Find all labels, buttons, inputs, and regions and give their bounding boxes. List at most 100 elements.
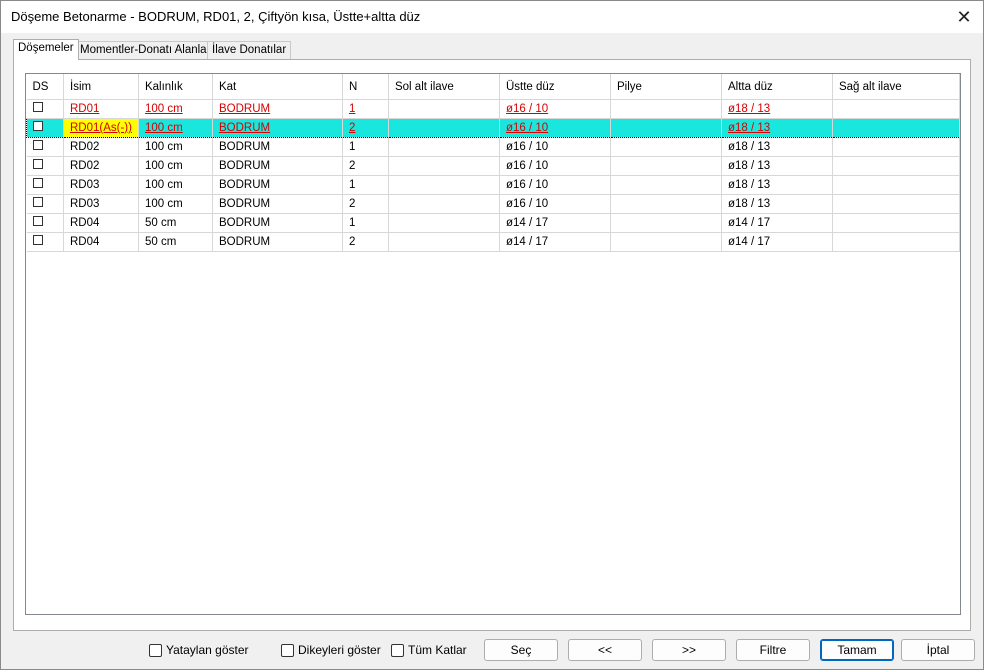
cell-pilye [610,175,722,195]
cell-pilye [610,99,722,119]
cell-altta-duz: ø14 / 17 [721,213,833,233]
cell-ds [26,194,64,214]
table-row[interactable]: RD01 100 cm BODRUM 1 ø16 / 10 ø18 / 13 [26,99,960,119]
cell-altta-duz: ø18 / 13 [721,194,833,214]
cell-sag-alt-ilave [832,213,960,233]
table-row[interactable]: RD01(As(-)) 100 cm BODRUM 2 ø16 / 10 ø18 / 13 [26,118,960,138]
ds-checkbox[interactable] [32,196,43,207]
checkbox-box[interactable] [281,643,294,657]
cell-n: 1 [342,137,389,157]
cell-ustte-duz: ø14 / 17 [499,232,611,252]
cell-kalinlik: 50 cm [138,213,213,233]
table-row[interactable]: RD04 50 cm BODRUM 1 ø14 / 17 ø14 / 17 [26,213,960,233]
cell-kat: BODRUM [212,194,343,214]
checkbox-box[interactable] [391,643,404,657]
iptal-button[interactable]: İptal [901,639,975,661]
sec-button[interactable]: Seç [484,639,558,661]
col-header-ustte-duz[interactable]: Üstte düz [499,74,611,100]
ds-checkbox[interactable] [32,234,43,245]
tab-ilave-donatilar[interactable]: İlave Donatılar [207,41,292,59]
cell-altta-duz: ø14 / 17 [721,232,833,252]
table-row[interactable]: RD04 50 cm BODRUM 2 ø14 / 17 ø14 / 17 [26,232,960,252]
cell-ustte-duz: ø16 / 10 [499,99,611,119]
cell-pilye [610,194,722,214]
cell-sag-alt-ilave [832,156,960,176]
table-row[interactable]: RD03 100 cm BODRUM 1 ø16 / 10 ø18 / 13 [26,175,960,195]
cell-ustte-duz: ø16 / 10 [499,156,611,176]
cell-pilye [610,156,722,176]
cell-kat: BODRUM [212,232,343,252]
cell-kat: BODRUM [212,137,343,157]
cell-n: 2 [342,118,389,138]
tab-dosemeler[interactable]: Döşemeler [13,39,79,60]
tamam-button[interactable]: Tamam [820,639,894,661]
col-header-sag-alt-ilave[interactable]: Sağ alt ilave [832,74,960,100]
col-header-sol-alt-ilave[interactable]: Sol alt ilave [388,74,500,100]
ds-checkbox[interactable] [32,101,43,112]
cell-sag-alt-ilave [832,194,960,214]
cell-sag-alt-ilave [832,99,960,119]
col-header-kalinlik[interactable]: Kalınlık [138,74,213,100]
dikeyleri-goster-checkbox[interactable]: Dikeyleri göster [281,643,381,657]
cell-isim: RD02 [63,137,139,157]
cell-sol-alt-ilave [388,213,500,233]
tab-momentler[interactable]: Momentler-Donatı Alanları [75,41,219,59]
col-header-n[interactable]: N [342,74,389,100]
col-header-isim[interactable]: İsim [63,74,139,100]
cell-isim: RD04 [63,232,139,252]
checkbox-label: Yataylan göster [166,643,249,657]
cell-n: 1 [342,175,389,195]
close-icon[interactable]: ✕ [953,6,975,28]
cell-ds [26,156,64,176]
col-header-pilye[interactable]: Pilye [610,74,722,100]
cell-n: 2 [342,156,389,176]
ds-checkbox[interactable] [32,177,43,188]
yataylari-goster-checkbox[interactable]: Yataylan göster [149,643,249,657]
footer-bar: Yataylan göster Dikeyleri göster Tüm Kat… [1,637,983,663]
cell-ustte-duz: ø16 / 10 [499,175,611,195]
cell-kalinlik: 100 cm [138,194,213,214]
cell-altta-duz: ø18 / 13 [721,118,833,138]
slab-list[interactable]: DS İsim Kalınlık Kat N Sol alt ilave Üst… [25,73,961,615]
cell-n: 1 [342,99,389,119]
cell-ds [26,232,64,252]
col-header-altta-duz[interactable]: Altta düz [721,74,833,100]
cell-isim: RD03 [63,194,139,214]
table-row[interactable]: RD02 100 cm BODRUM 2 ø16 / 10 ø18 / 13 [26,156,960,176]
col-header-ds[interactable]: DS [26,74,64,100]
cell-kat: BODRUM [212,156,343,176]
ds-checkbox[interactable] [32,139,43,150]
window-title: Döşeme Betonarme - BODRUM, RD01, 2, Çift… [11,9,421,24]
cell-sol-alt-ilave [388,156,500,176]
slab-table: DS İsim Kalınlık Kat N Sol alt ilave Üst… [26,74,960,252]
checkbox-label: Dikeyleri göster [298,643,381,657]
ds-checkbox[interactable] [32,215,43,226]
cell-n: 2 [342,194,389,214]
cell-ustte-duz: ø16 / 10 [499,118,611,138]
cell-ds [26,175,64,195]
cell-isim: RD02 [63,156,139,176]
table-row[interactable]: RD02 100 cm BODRUM 1 ø16 / 10 ø18 / 13 [26,137,960,157]
cell-sol-alt-ilave [388,194,500,214]
ds-checkbox[interactable] [33,120,43,131]
cell-pilye [610,232,722,252]
table-row[interactable]: RD03 100 cm BODRUM 2 ø16 / 10 ø18 / 13 [26,194,960,214]
col-header-kat[interactable]: Kat [212,74,343,100]
tum-katlar-checkbox[interactable]: Tüm Katlar [391,643,467,657]
filtre-button[interactable]: Filtre [736,639,810,661]
cell-sag-alt-ilave [832,232,960,252]
checkbox-box[interactable] [149,643,162,657]
cell-pilye [610,137,722,157]
cell-sag-alt-ilave [832,118,960,138]
cell-pilye [610,118,722,138]
cell-kalinlik: 100 cm [138,175,213,195]
previous-button[interactable]: << [568,639,642,661]
ds-checkbox[interactable] [32,158,43,169]
cell-kat: BODRUM [212,213,343,233]
cell-ds [26,99,64,119]
next-button[interactable]: >> [652,639,726,661]
cell-sag-alt-ilave [832,137,960,157]
cell-ds [26,118,64,138]
cell-altta-duz: ø18 / 13 [721,156,833,176]
cell-altta-duz: ø18 / 13 [721,137,833,157]
